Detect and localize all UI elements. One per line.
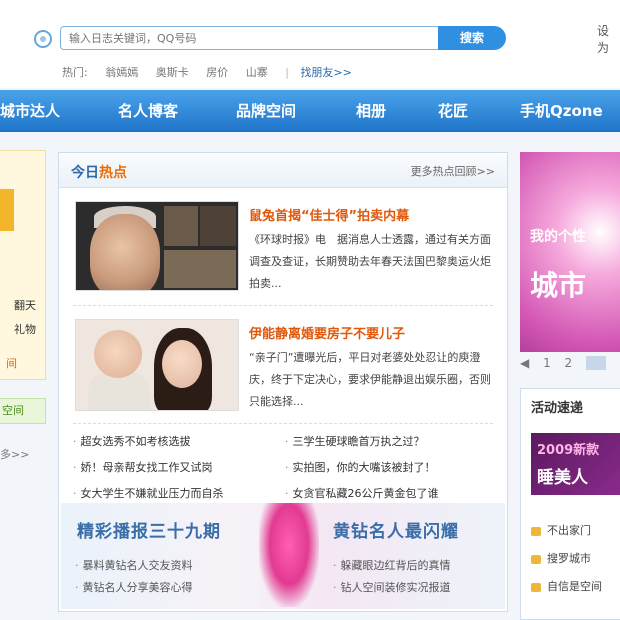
hot-news-panel: 今日热点 更多热点回顾>> 鼠兔首揭“佳士得”拍卖内幕 《环球时报》电 据消息人…	[58, 152, 508, 612]
list-item[interactable]: 娇！母亲帮女找工作又试岗	[73, 455, 224, 481]
left-column: 翻天 礼物 间 空间 多>>	[0, 150, 46, 620]
pager-page[interactable]: 2	[565, 356, 573, 370]
nav-item-mobile-qzone[interactable]: 手机Qzone	[520, 90, 603, 132]
search-button[interactable]: 搜索	[438, 26, 506, 50]
nav-item-flower[interactable]: 花匠	[438, 90, 468, 132]
hot-tag[interactable]: 山寨	[246, 66, 268, 79]
nav-item-brand-space[interactable]: 品牌空间	[236, 90, 296, 132]
news-summary: 《环球时报》电 据消息人士透露，通过有关方面调查及查证，长期赞助去年春天法国巴黎…	[249, 233, 491, 290]
list-item[interactable]: 黄钻名人分享美容心得	[75, 577, 193, 599]
promo-banner[interactable]: 精彩播报三十九期 黄钻名人最闪耀 暴料黄钻名人交友资料 黄钻名人分享美容心得 躲…	[61, 503, 505, 609]
list-item[interactable]: 三学生硬球瞻首万执之过？	[285, 429, 439, 455]
divider	[73, 305, 493, 306]
search-logo-icon	[34, 30, 52, 48]
left-ad-graphic	[0, 189, 14, 231]
banner-title: 精彩播报三十九期	[77, 522, 221, 542]
events-banner[interactable]: 2009新款 睡美人	[531, 433, 620, 495]
pager-current[interactable]	[586, 356, 606, 370]
set-homepage-link[interactable]: 设为	[597, 22, 620, 56]
events-banner-text: 睡美人	[537, 468, 588, 488]
left-more-link[interactable]: 多>>	[0, 446, 29, 462]
hot-label: 热门:	[62, 66, 88, 79]
right-ad-text: 我的个性	[530, 229, 586, 245]
ad-pager: ◀ 1 2	[520, 356, 620, 378]
news-headline[interactable]: 伊能静离婚要房子不要儿子	[249, 323, 405, 342]
list-item[interactable]: 搜罗城市	[531, 545, 602, 573]
news-headline[interactable]: 鼠兔首揭“佳士得”拍卖内幕	[249, 205, 409, 224]
list-item[interactable]: 暴料黄钻名人交友资料	[75, 555, 193, 577]
nav-item-album[interactable]: 相册	[356, 90, 386, 132]
banner-link-list: 躲藏眼边红背后的真情 钻人空间装修实况报道	[333, 555, 451, 599]
news-link-list: 超女选秀不如考核选拔 娇！母亲帮女找工作又试岗 女大学生不嫌就业压力而自杀	[73, 429, 224, 507]
nav-item-celebrity-blog[interactable]: 名人博客	[118, 90, 178, 132]
list-item[interactable]: 超女选秀不如考核选拔	[73, 429, 224, 455]
event-icon	[531, 526, 541, 536]
separator: |	[285, 66, 289, 79]
event-icon	[531, 554, 541, 564]
right-ad[interactable]: 我的个性 城市	[520, 152, 620, 352]
more-hot-news-link[interactable]: 更多热点回顾>>	[411, 163, 495, 179]
left-ad-text: 礼物	[14, 323, 36, 336]
find-friends-link[interactable]: 找朋友>>	[300, 66, 351, 79]
pager-prev-icon[interactable]: ◀	[520, 356, 529, 370]
events-panel: 活动速递 2009新款 睡美人 不出家门 搜罗城市 自信是空间	[520, 388, 620, 620]
banner-title: 黄钻名人最闪耀	[333, 522, 459, 542]
news-summary: “亲子门”遭曝光后，平日对老婆处处忍让的庾澄庆，终于下定决心，要求伊能静退出娱乐…	[249, 351, 491, 408]
hot-news-header: 今日热点 更多热点回顾>>	[59, 153, 507, 188]
hot-tags-row: 热门: 翁嫣嫣 奥斯卡 房价 山寨 | 找朋友>>	[62, 64, 366, 80]
search-box[interactable]	[60, 26, 440, 50]
pager-page[interactable]: 1	[543, 356, 551, 370]
hot-news-title: 今日热点	[71, 165, 127, 181]
search-input[interactable]	[61, 27, 439, 49]
events-list: 不出家门 搜罗城市 自信是空间	[531, 517, 602, 601]
hot-tag[interactable]: 奥斯卡	[156, 66, 189, 79]
main-nav: 城市达人 名人博客 品牌空间 相册 花匠 手机Qzone	[0, 90, 620, 132]
left-ad-text: 翻天	[14, 299, 36, 312]
events-banner-text: 2009新款	[537, 443, 600, 458]
nav-item-city[interactable]: 城市达人	[0, 90, 60, 132]
banner-link-list: 暴料黄钻名人交友资料 黄钻名人分享美容心得	[75, 555, 193, 599]
top-bar: 搜索 设为 热门: 翁嫣嫣 奥斯卡 房价 山寨 | 找朋友>>	[0, 0, 620, 88]
hot-tag[interactable]: 翁嫣嫣	[105, 66, 138, 79]
banner-figure	[259, 503, 319, 607]
divider	[73, 423, 493, 424]
left-space-link[interactable]: 空间	[0, 398, 46, 424]
news-photo[interactable]	[75, 201, 239, 291]
right-ad-text: 城市	[530, 269, 587, 302]
news-link-list: 三学生硬球瞻首万执之过？ 实拍图，你的大嘴该被封了！ 女贪官私藏26公斤黄金包了…	[285, 429, 439, 507]
right-column: 我的个性 城市 ◀ 1 2 活动速递 2009新款 睡美人 不出家门 搜罗城市 …	[520, 152, 620, 620]
list-item[interactable]: 自信是空间	[531, 573, 602, 601]
list-item[interactable]: 不出家门	[531, 517, 602, 545]
left-ad-link[interactable]: 间	[6, 355, 17, 371]
list-item[interactable]: 躲藏眼边红背后的真情	[333, 555, 451, 577]
list-item[interactable]: 实拍图，你的大嘴该被封了！	[285, 455, 439, 481]
event-icon	[531, 582, 541, 592]
list-item[interactable]: 钻人空间装修实况报道	[333, 577, 451, 599]
hot-tag[interactable]: 房价	[206, 66, 228, 79]
news-photo[interactable]	[75, 319, 239, 411]
events-title: 活动速递	[531, 401, 584, 416]
left-ad[interactable]: 翻天 礼物 间	[0, 150, 46, 380]
